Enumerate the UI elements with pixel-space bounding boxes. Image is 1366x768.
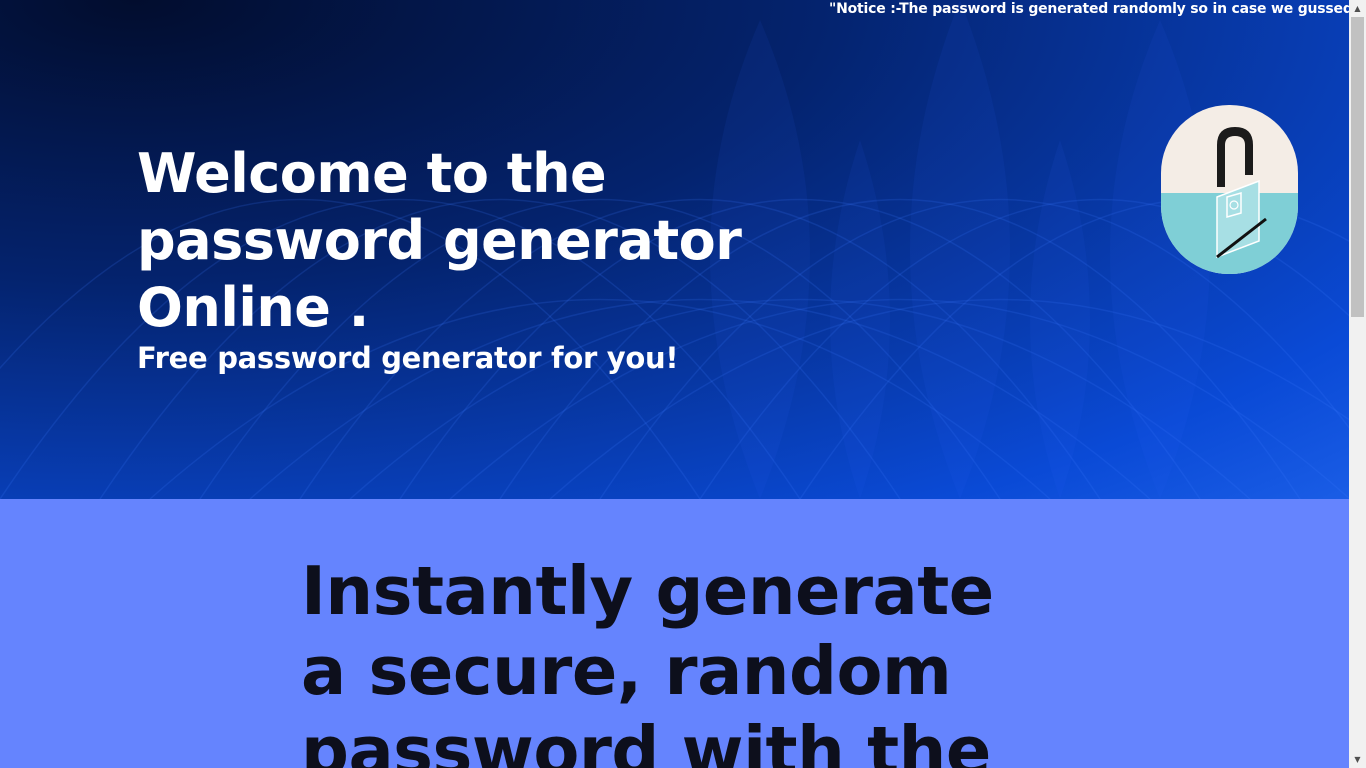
page-viewport: "Notice :-The password is generated rand… [0, 0, 1349, 768]
hero-section: "Notice :-The password is generated rand… [0, 0, 1349, 499]
vertical-scrollbar[interactable]: ▲ ▼ [1349, 0, 1366, 768]
hero-title: Welcome to the password generator Online… [137, 142, 742, 339]
scroll-up-icon[interactable]: ▲ [1349, 0, 1366, 17]
hero-subtitle: Free password generator for you! [137, 341, 679, 375]
section-title: Instantly generate a secure, random pass… [301, 552, 994, 768]
features-section: Instantly generate a secure, random pass… [0, 499, 1349, 768]
scroll-down-icon[interactable]: ▼ [1349, 751, 1366, 768]
padlock-icon [1161, 105, 1298, 274]
notice-marquee: "Notice :-The password is generated rand… [829, 1, 1349, 17]
scrollbar-thumb[interactable] [1351, 17, 1364, 317]
